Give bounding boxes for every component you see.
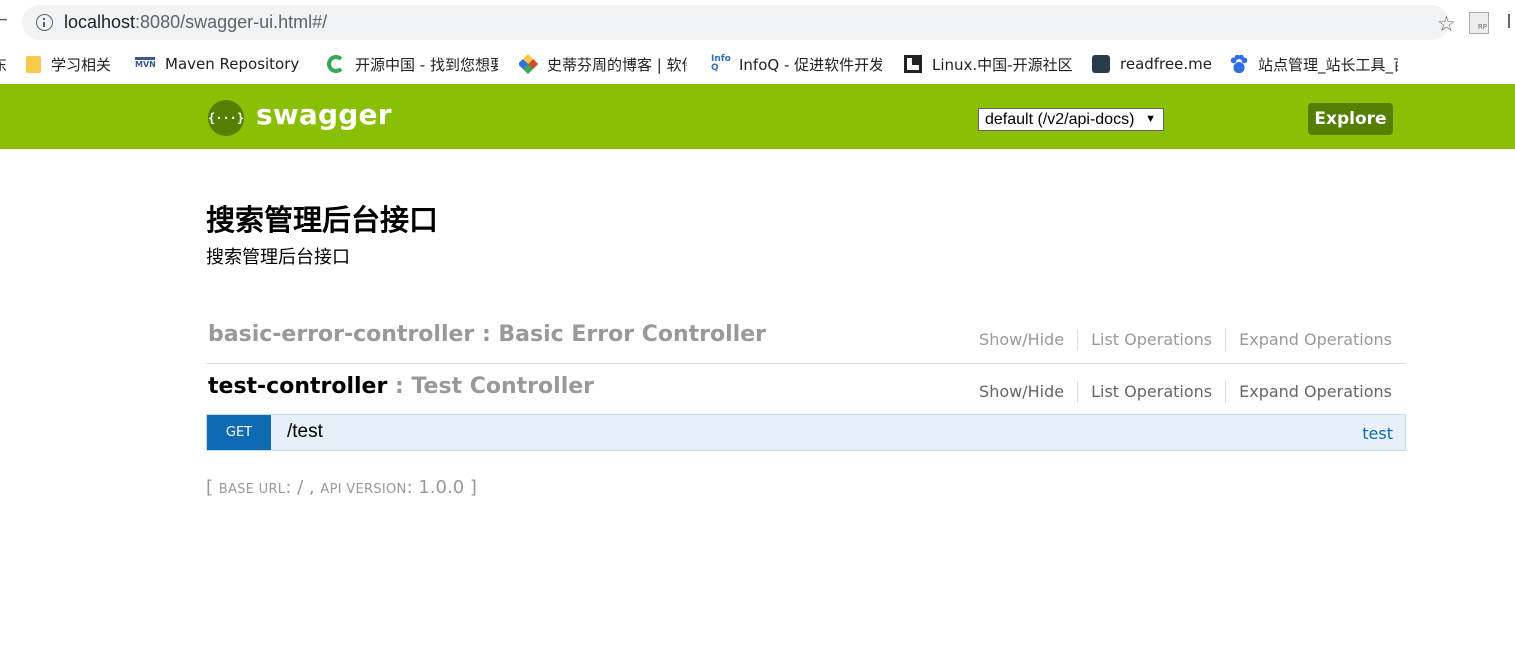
bookmark-item[interactable]: Linux.中国-开源社区: [904, 53, 1074, 75]
base-url-label: BASE URL: [218, 482, 286, 497]
api-version-value: : 1.0.0: [406, 477, 470, 498]
folder-icon: [26, 55, 41, 73]
list-operations-link[interactable]: List Operations: [1078, 329, 1227, 351]
dropdown-arrow-icon: ▼: [1145, 113, 1156, 125]
expand-operations-link[interactable]: Expand Operations: [1226, 329, 1392, 351]
show-hide-link[interactable]: Show/Hide: [966, 381, 1079, 403]
extension-icon[interactable]: RP: [1469, 12, 1489, 34]
operation-summary[interactable]: test: [1362, 424, 1393, 443]
http-method-badge[interactable]: GET: [207, 415, 271, 450]
bookmarks-bar: 东 学习相关 MVN Maven Repository: 开源中国 - 找到您想…: [0, 44, 1515, 84]
resource-heading[interactable]: basic-error-controller : Basic Error Con…: [208, 322, 766, 347]
resource-options: Show/Hide List Operations Expand Operati…: [966, 381, 1392, 403]
resource-basic-error-controller: basic-error-controller : Basic Error Con…: [206, 312, 1406, 364]
api-spec-select[interactable]: default (/v2/api-docs) ▼: [978, 108, 1164, 131]
api-title: 搜索管理后台接口: [206, 203, 439, 237]
operation-get-test[interactable]: GET /test test: [206, 414, 1406, 451]
bookmark-item[interactable]: readfree.me: [1092, 53, 1212, 75]
browser-toolbar: ← localhost:8080/swagger-ui.html#/ ☆ RP: [0, 0, 1515, 44]
resource-heading[interactable]: test-controller : Test Controller: [208, 374, 594, 399]
resource-test-controller: test-controller : Test Controller Show/H…: [206, 364, 1406, 414]
expand-operations-link[interactable]: Expand Operations: [1226, 381, 1392, 403]
oschina-icon: [327, 55, 345, 73]
base-url-value: : / ,: [285, 477, 321, 498]
bookmark-item[interactable]: 开源中国 - 找到您想要: [327, 53, 499, 75]
menu-edge-icon[interactable]: [1508, 14, 1515, 28]
bookmark-star-icon[interactable]: ☆: [1437, 14, 1456, 35]
url-text[interactable]: localhost:8080/swagger-ui.html#/: [64, 12, 327, 33]
linux-cn-icon: [904, 55, 922, 73]
back-arrow-icon[interactable]: ←: [0, 12, 8, 28]
operation-path[interactable]: /test: [287, 421, 323, 443]
bookmark-item[interactable]: 站点管理_站长工具_百: [1230, 53, 1400, 75]
swagger-title[interactable]: swagger: [256, 98, 392, 131]
baidu-icon: [1230, 55, 1248, 73]
show-hide-link[interactable]: Show/Hide: [966, 329, 1079, 351]
infoq-icon: Info Q: [711, 54, 731, 73]
bookmark-overflow[interactable]: 东: [0, 53, 6, 75]
address-bar[interactable]: localhost:8080/swagger-ui.html#/ ☆: [22, 5, 1456, 40]
bookmark-item[interactable]: 史蒂芬周的博客 | 软件: [519, 53, 689, 75]
blog-icon: [519, 53, 539, 75]
resource-options: Show/Hide List Operations Expand Operati…: [966, 329, 1392, 351]
list-operations-link[interactable]: List Operations: [1078, 381, 1227, 403]
api-description: 搜索管理后台接口: [206, 247, 350, 268]
swagger-header: {···} swagger: [0, 84, 1515, 149]
readfree-icon: [1092, 55, 1110, 73]
maven-icon: MVN: [135, 57, 156, 71]
bookmark-item[interactable]: 学习相关: [26, 53, 126, 75]
swagger-logo-icon[interactable]: {···}: [208, 100, 244, 136]
bookmark-item[interactable]: Info Q InfoQ - 促进软件开发: [711, 53, 883, 75]
api-version-label: API VERSION: [320, 482, 407, 497]
bookmark-item[interactable]: MVN Maven Repository:: [135, 53, 305, 75]
api-footer-info: [ BASE URL: / , API VERSION: 1.0.0 ]: [206, 477, 477, 498]
site-info-icon[interactable]: [36, 14, 53, 31]
explore-button[interactable]: Explore: [1308, 103, 1393, 135]
